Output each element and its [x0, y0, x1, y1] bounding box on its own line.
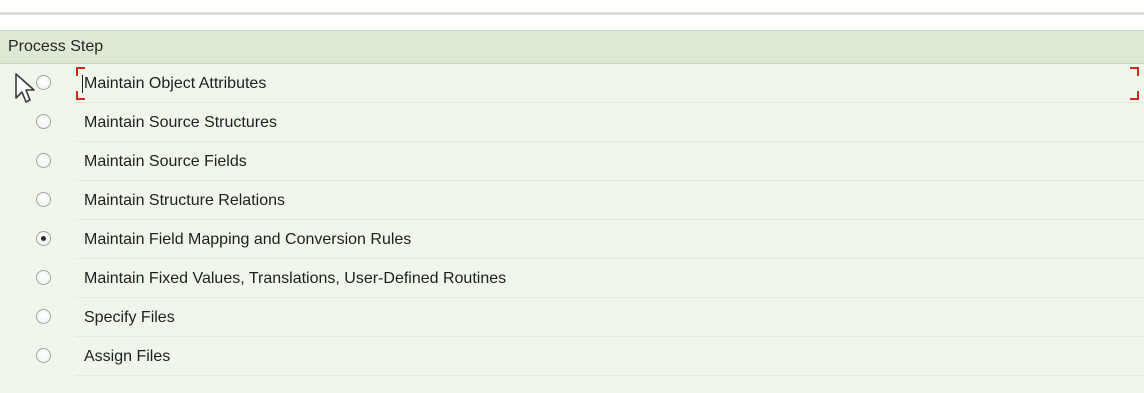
panel-header: Process Step — [0, 31, 1144, 64]
radio-button-selected[interactable] — [36, 231, 51, 246]
radio-button[interactable] — [36, 270, 51, 285]
list-item[interactable]: Maintain Object Attributes — [0, 64, 1144, 103]
list-item[interactable]: Specify Files — [0, 298, 1144, 337]
text-caret — [82, 75, 83, 93]
process-step-list: Maintain Object Attributes Maintain Sour… — [0, 64, 1144, 376]
list-item[interactable]: Assign Files — [0, 337, 1144, 376]
radio-button[interactable] — [36, 309, 51, 324]
step-label[interactable]: Maintain Object Attributes — [84, 64, 266, 103]
step-label[interactable]: Maintain Fixed Values, Translations, Use… — [84, 259, 506, 298]
list-item[interactable]: Maintain Field Mapping and Conversion Ru… — [0, 220, 1144, 259]
step-label[interactable]: Maintain Field Mapping and Conversion Ru… — [84, 220, 411, 259]
radio-button[interactable] — [36, 192, 51, 207]
process-step-panel: Process Step Maintain Object Attributes … — [0, 30, 1144, 393]
list-item[interactable]: Maintain Structure Relations — [0, 181, 1144, 220]
radio-button[interactable] — [36, 114, 51, 129]
step-label[interactable]: Maintain Source Structures — [84, 103, 277, 142]
list-item[interactable]: Maintain Source Structures — [0, 103, 1144, 142]
radio-button[interactable] — [36, 348, 51, 363]
list-item[interactable]: Maintain Source Fields — [0, 142, 1144, 181]
step-label[interactable]: Maintain Source Fields — [84, 142, 247, 181]
list-item[interactable]: Maintain Fixed Values, Translations, Use… — [0, 259, 1144, 298]
step-label[interactable]: Maintain Structure Relations — [84, 181, 285, 220]
step-label[interactable]: Specify Files — [84, 298, 175, 337]
top-divider — [0, 12, 1144, 15]
step-label[interactable]: Assign Files — [84, 337, 170, 376]
radio-button[interactable] — [36, 75, 51, 90]
radio-button[interactable] — [36, 153, 51, 168]
